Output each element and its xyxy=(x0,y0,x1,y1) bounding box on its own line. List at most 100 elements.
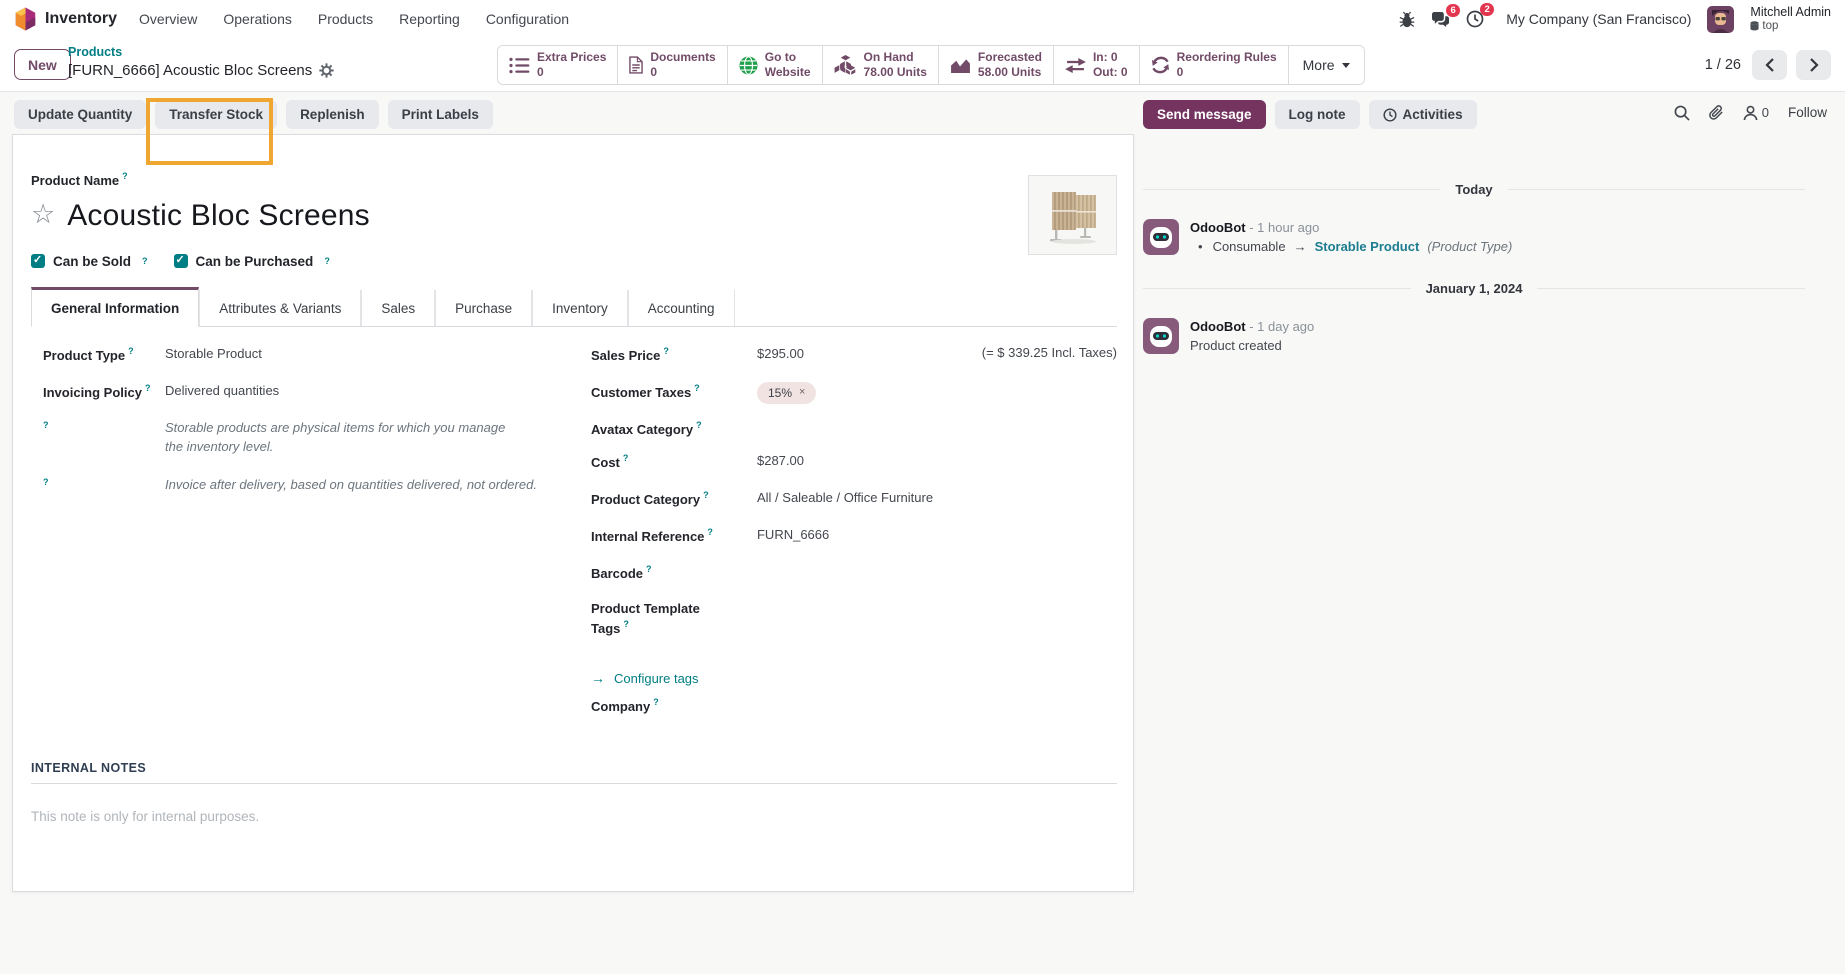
tracking-field-name: (Product Type) xyxy=(1427,239,1513,254)
gear-icon[interactable] xyxy=(319,63,334,78)
message-time: - 1 day ago xyxy=(1249,319,1315,334)
help-icon[interactable]: ? xyxy=(128,346,134,356)
stat-on-hand-button[interactable]: On Hand 78.00 Units xyxy=(822,46,939,84)
tab-purchase[interactable]: Purchase xyxy=(435,290,533,326)
invoicing-policy-help-text: Invoice after delivery, based on quantit… xyxy=(165,477,537,492)
nav-item-operations[interactable]: Operations xyxy=(223,11,291,27)
stat-reordering-rules-button[interactable]: Reordering Rules 0 xyxy=(1139,46,1289,84)
tab-inventory[interactable]: Inventory xyxy=(532,290,628,326)
help-icon[interactable]: ? xyxy=(694,383,700,393)
messages-icon[interactable]: 6 xyxy=(1431,3,1461,28)
tab-attributes-variants[interactable]: Attributes & Variants xyxy=(199,290,362,326)
print-labels-button[interactable]: Print Labels xyxy=(387,100,493,129)
tracking-new-value[interactable]: Storable Product xyxy=(1315,239,1420,254)
help-icon[interactable]: ? xyxy=(696,420,702,430)
remove-tag-icon[interactable]: × xyxy=(799,385,805,400)
tracking-change-line: • Consumable → Storable Product (Product… xyxy=(1190,239,1512,254)
help-icon[interactable]: ? xyxy=(623,453,629,463)
company-field: Company? xyxy=(590,697,659,714)
help-icon[interactable]: ? xyxy=(43,420,49,430)
clock-icon xyxy=(1383,108,1397,122)
refresh-icon xyxy=(1151,56,1170,74)
nav-item-configuration[interactable]: Configuration xyxy=(486,11,569,27)
configure-tags-link[interactable]: Configure tags xyxy=(614,671,699,686)
user-avatar[interactable] xyxy=(1707,5,1735,33)
help-icon[interactable]: ? xyxy=(663,346,669,356)
activities-button[interactable]: Activities xyxy=(1368,100,1477,129)
app-menu-toggle[interactable]: Inventory xyxy=(14,6,117,32)
search-messages-icon[interactable] xyxy=(1674,105,1690,121)
attachment-icon[interactable] xyxy=(1708,104,1724,121)
help-icon[interactable]: ? xyxy=(324,256,330,266)
help-icon[interactable]: ? xyxy=(43,477,49,487)
help-icon[interactable]: ? xyxy=(703,490,709,500)
nav-item-products[interactable]: Products xyxy=(318,11,373,27)
tab-general-information[interactable]: General Information xyxy=(31,287,200,327)
debug-icon[interactable] xyxy=(1399,11,1415,28)
tax-tag[interactable]: 15% × xyxy=(756,382,817,404)
user-menu[interactable]: Mitchell Admin top xyxy=(1750,5,1831,33)
help-icon[interactable]: ? xyxy=(653,697,659,707)
product-category-value[interactable]: All / Saleable / Office Furniture xyxy=(757,489,1117,507)
product-name-label: Product Name xyxy=(31,173,120,188)
new-button[interactable]: New xyxy=(14,49,71,80)
breadcrumb-products-link[interactable]: Products xyxy=(68,45,122,59)
chevron-down-icon xyxy=(1341,62,1350,68)
help-icon[interactable]: ? xyxy=(623,619,629,629)
stat-extra-prices-button[interactable]: Extra Prices 0 xyxy=(498,46,619,84)
send-message-button[interactable]: Send message xyxy=(1143,100,1266,129)
can-be-purchased-checkbox[interactable]: Can be Purchased? xyxy=(173,253,330,269)
update-quantity-button[interactable]: Update Quantity xyxy=(14,100,147,129)
internal-notes-input[interactable]: This note is only for internal purposes. xyxy=(31,809,1117,824)
product-title[interactable]: Acoustic Bloc Screens xyxy=(67,199,370,233)
arrow-right-icon: → xyxy=(590,670,605,686)
help-icon[interactable]: ? xyxy=(707,527,713,537)
stat-in-out-button[interactable]: In: 0 Out: 0 xyxy=(1053,46,1140,84)
followers-button[interactable]: 0 xyxy=(1743,105,1769,121)
globe-icon xyxy=(739,55,758,75)
nav-item-overview[interactable]: Overview xyxy=(139,11,197,27)
stat-documents-button[interactable]: Documents 0 xyxy=(618,46,728,84)
internal-reference-value[interactable]: FURN_6666 xyxy=(757,526,1117,544)
invoicing-policy-value[interactable]: Delivered quantities xyxy=(165,382,573,400)
notebook-tabs: General Information Attributes & Variant… xyxy=(31,287,1117,327)
stat-forecasted-button[interactable]: Forecasted 58.00 Units xyxy=(938,46,1054,84)
log-note-button[interactable]: Log note xyxy=(1274,100,1360,129)
nav-item-reporting[interactable]: Reporting xyxy=(399,11,460,27)
can-be-sold-checkbox[interactable]: Can be Sold? xyxy=(31,253,148,269)
follow-button[interactable]: Follow xyxy=(1788,105,1827,120)
sales-price-value[interactable]: $295.00 xyxy=(757,345,804,363)
barcode-field: Barcode? xyxy=(590,564,652,581)
pager-previous-button[interactable] xyxy=(1752,50,1787,80)
breadcrumb-current: [FURN_6666] Acoustic Bloc Screens xyxy=(68,62,313,79)
transfer-stock-button[interactable]: Transfer Stock xyxy=(155,100,278,129)
chatter-panel: Today OdooBot - 1 hour ago • Consumable … xyxy=(1143,134,1806,380)
help-icon[interactable]: ? xyxy=(646,564,652,574)
customer-taxes-field: Customer Taxes? 15% × xyxy=(591,382,1117,419)
tab-accounting[interactable]: Accounting xyxy=(627,290,735,326)
bullet-icon: • xyxy=(1198,239,1203,254)
more-button[interactable]: More xyxy=(1288,46,1364,84)
cost-value[interactable]: $287.00 xyxy=(757,452,1117,470)
replenish-button[interactable]: Replenish xyxy=(286,100,379,129)
message-body: Product created xyxy=(1190,338,1282,353)
help-icon[interactable]: ? xyxy=(122,171,128,181)
odoobot-avatar[interactable] xyxy=(1143,219,1179,255)
odoobot-avatar[interactable] xyxy=(1143,318,1179,354)
tab-sales[interactable]: Sales xyxy=(361,290,436,326)
message-author: OdooBot xyxy=(1190,319,1246,334)
internal-notes-header: INTERNAL NOTES xyxy=(31,761,1117,784)
stat-go-to-website-button[interactable]: Go to Website xyxy=(727,46,823,84)
help-icon[interactable]: ? xyxy=(145,383,151,393)
help-icon[interactable]: ? xyxy=(142,256,148,266)
favorite-star-icon[interactable]: ☆ xyxy=(31,200,55,228)
activities-clock-icon[interactable]: 2 xyxy=(1466,3,1495,28)
checkbox-checked-icon xyxy=(173,253,188,268)
pager-next-button[interactable] xyxy=(1796,50,1831,80)
product-template-tags-field: Product Template Tags? xyxy=(590,601,700,636)
product-image[interactable] xyxy=(1028,175,1117,255)
company-switcher[interactable]: My Company (San Francisco) xyxy=(1506,11,1691,27)
product-type-value[interactable]: Storable Product xyxy=(165,345,573,363)
main-menu: Overview Operations Products Reporting C… xyxy=(139,11,569,27)
app-name[interactable]: Inventory xyxy=(45,10,117,28)
